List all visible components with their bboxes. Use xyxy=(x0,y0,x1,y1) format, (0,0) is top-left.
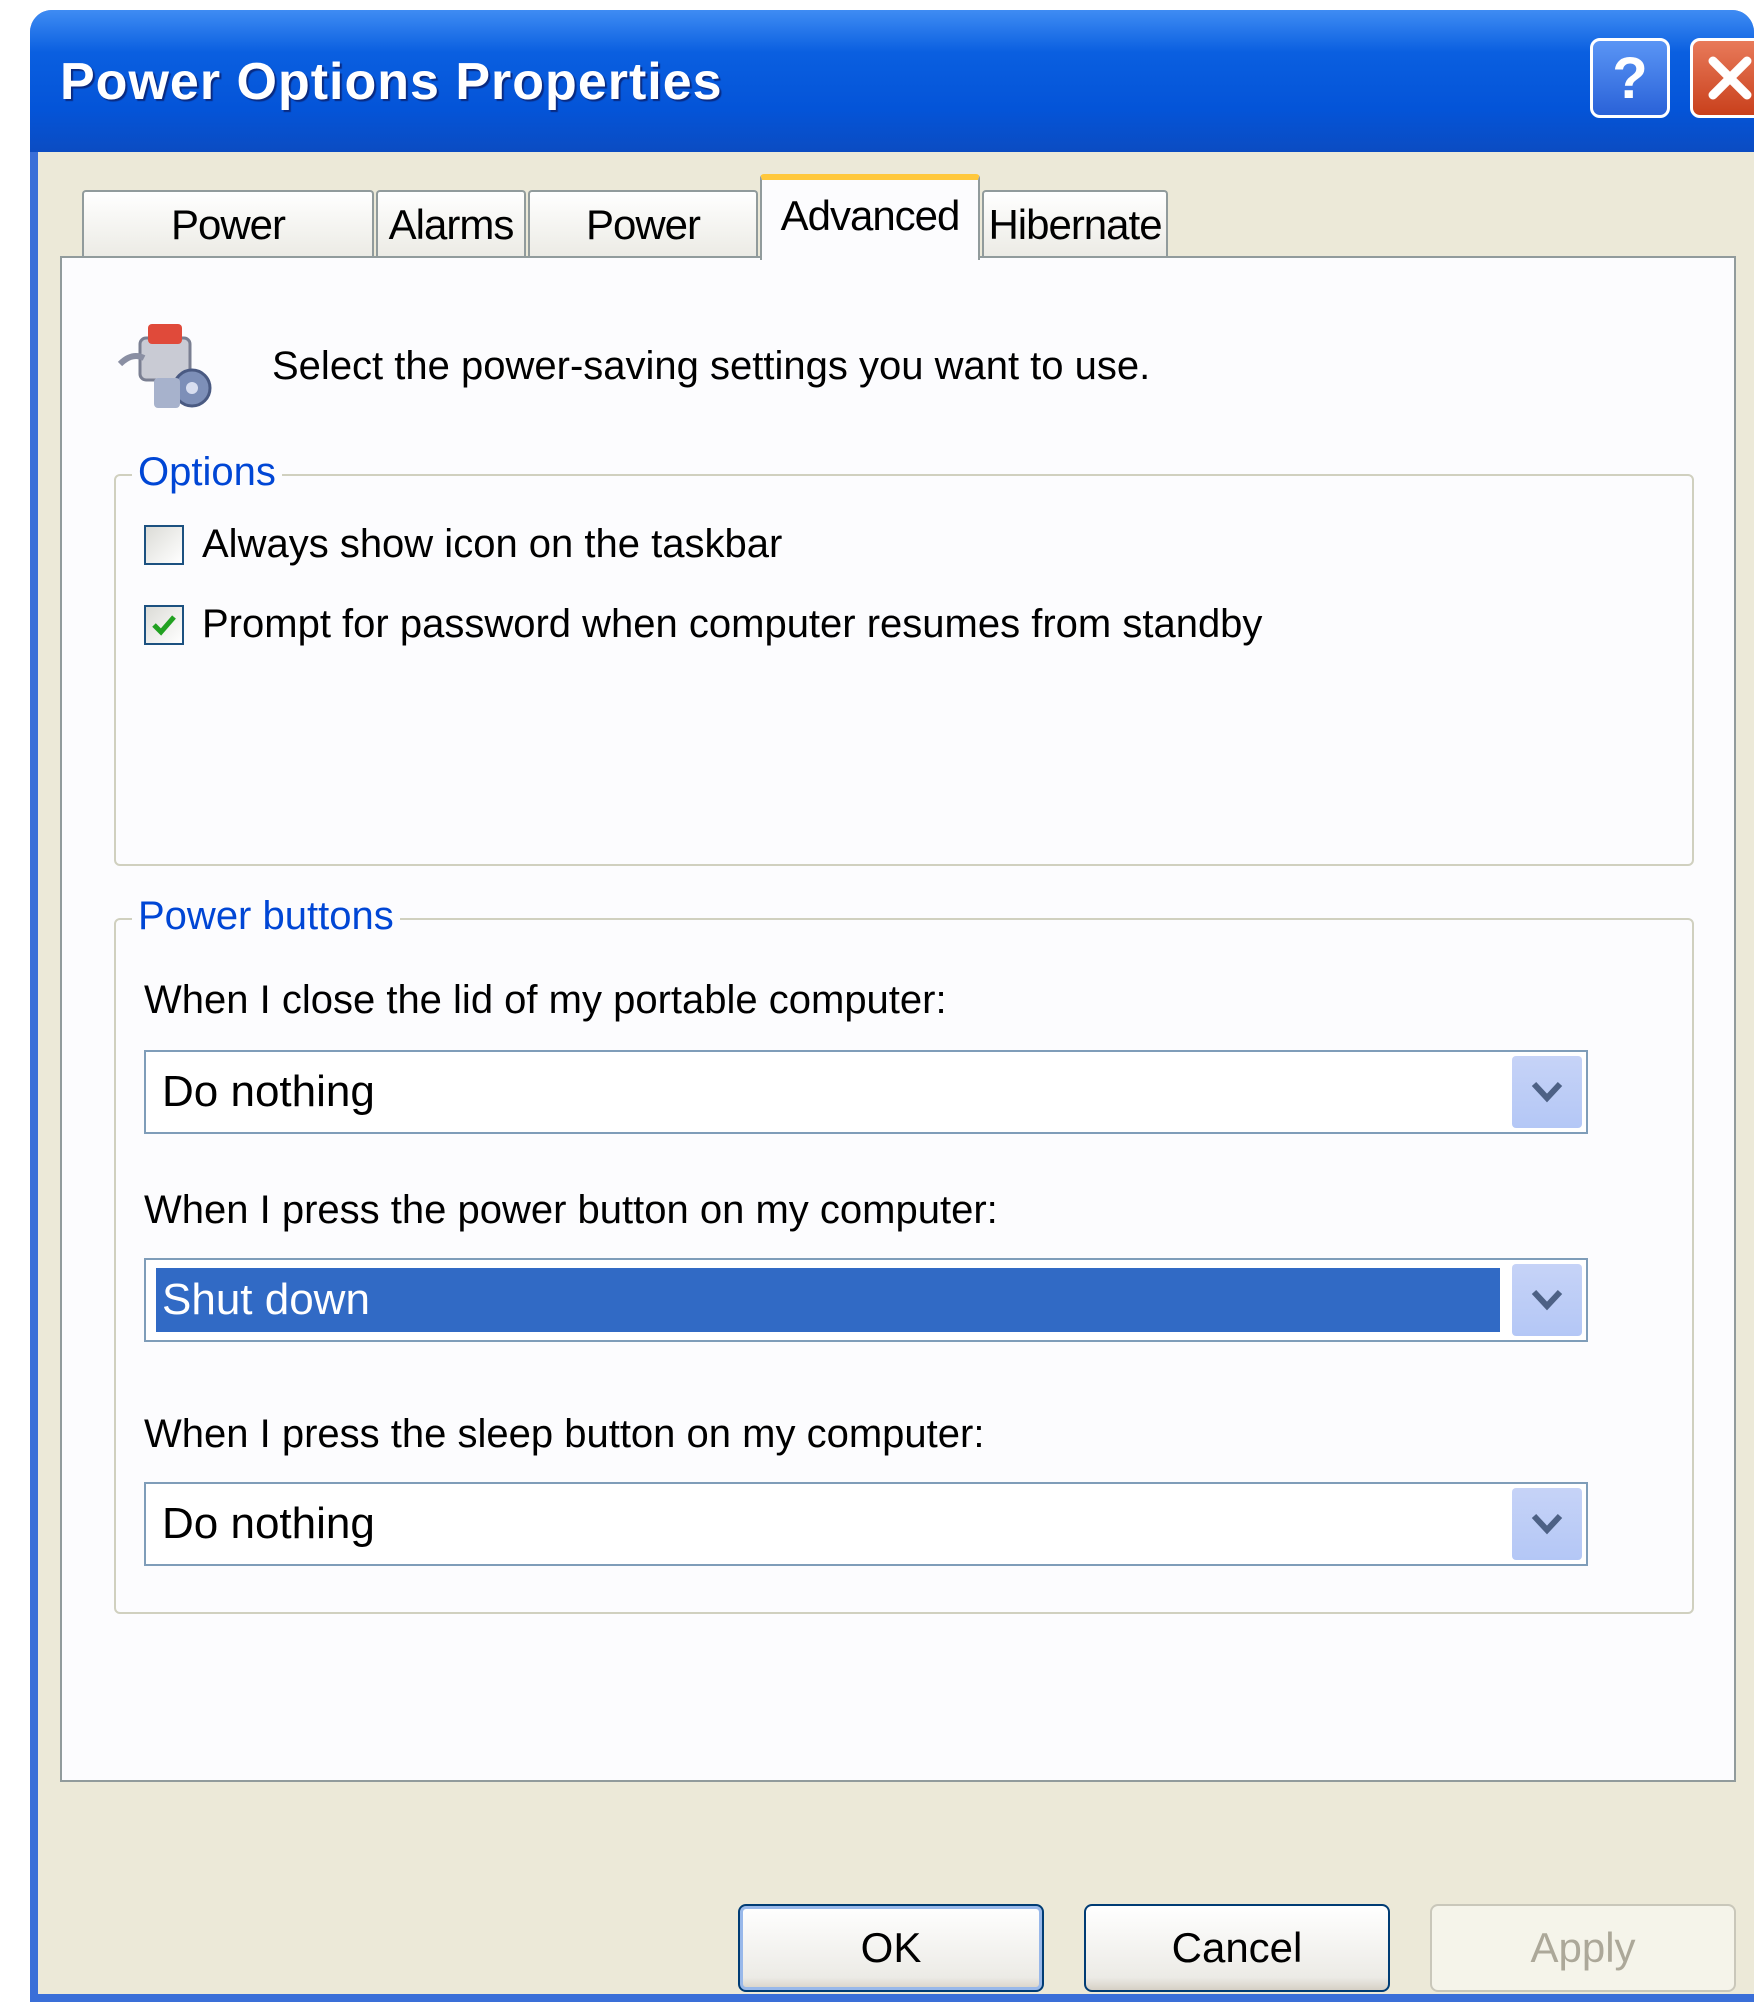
help-button[interactable]: ? xyxy=(1590,38,1670,118)
close-button[interactable] xyxy=(1690,38,1754,118)
power-dropdown-button[interactable] xyxy=(1512,1264,1582,1336)
chevron-down-icon xyxy=(1531,1513,1563,1535)
checkmark-icon xyxy=(152,614,176,636)
window-title: Power Options Properties xyxy=(60,53,723,111)
tab-power-schemes[interactable]: Power Schemes xyxy=(82,190,374,314)
power-button-action-label: When I press the power button on my comp… xyxy=(144,1188,998,1232)
options-legend: Options xyxy=(132,450,282,495)
lid-action-value: Do nothing xyxy=(162,1067,375,1116)
lid-action-dropdown[interactable]: Do nothing xyxy=(144,1050,1588,1134)
sleep-dropdown-button[interactable] xyxy=(1512,1488,1582,1560)
close-icon xyxy=(1708,56,1752,100)
header-description: Select the power-saving settings you wan… xyxy=(272,344,1151,388)
power-button-action-dropdown[interactable]: Shut down xyxy=(144,1258,1588,1342)
tab-hibernate[interactable]: Hibernate xyxy=(982,190,1168,256)
always-show-icon-checkbox[interactable] xyxy=(144,524,184,565)
sleep-button-action-label: When I press the sleep button on my comp… xyxy=(144,1412,985,1456)
tab-alarms[interactable]: Alarms xyxy=(376,190,526,256)
advanced-tab-panel: Select the power-saving settings you wan… xyxy=(60,256,1736,1782)
apply-button[interactable]: Apply xyxy=(1430,1904,1736,1992)
checkbox-row-password[interactable]: Prompt for password when computer resume… xyxy=(144,602,1262,647)
tab-advanced[interactable]: Advanced xyxy=(760,174,980,260)
sleep-button-action-value: Do nothing xyxy=(162,1499,375,1548)
prompt-password-label[interactable]: Prompt for password when computer resume… xyxy=(202,602,1262,647)
chevron-down-icon xyxy=(1531,1289,1563,1311)
title-bar[interactable]: Power Options Properties ? xyxy=(30,10,1754,152)
prompt-password-checkbox[interactable] xyxy=(144,604,184,645)
always-show-icon-label[interactable]: Always show icon on the taskbar xyxy=(202,522,782,567)
lid-action-label: When I close the lid of my portable comp… xyxy=(144,978,947,1022)
sleep-button-action-dropdown[interactable]: Do nothing xyxy=(144,1482,1588,1566)
checkbox-row-taskbar-icon[interactable]: Always show icon on the taskbar xyxy=(144,522,782,567)
tab-power-meter[interactable]: Power Meter xyxy=(528,190,758,314)
power-buttons-legend: Power buttons xyxy=(132,894,400,939)
power-settings-icon xyxy=(117,324,212,408)
chevron-down-icon xyxy=(1531,1081,1563,1103)
cancel-button[interactable]: Cancel xyxy=(1084,1904,1390,1992)
power-options-window: Power Options Properties ? Power Schemes… xyxy=(30,10,1754,2002)
ok-button[interactable]: OK xyxy=(738,1904,1044,1992)
power-button-action-value: Shut down xyxy=(156,1268,1500,1332)
lid-dropdown-button[interactable] xyxy=(1512,1056,1582,1128)
dialog-client-area: Power Schemes Alarms Power Meter Advance… xyxy=(38,152,1754,1994)
